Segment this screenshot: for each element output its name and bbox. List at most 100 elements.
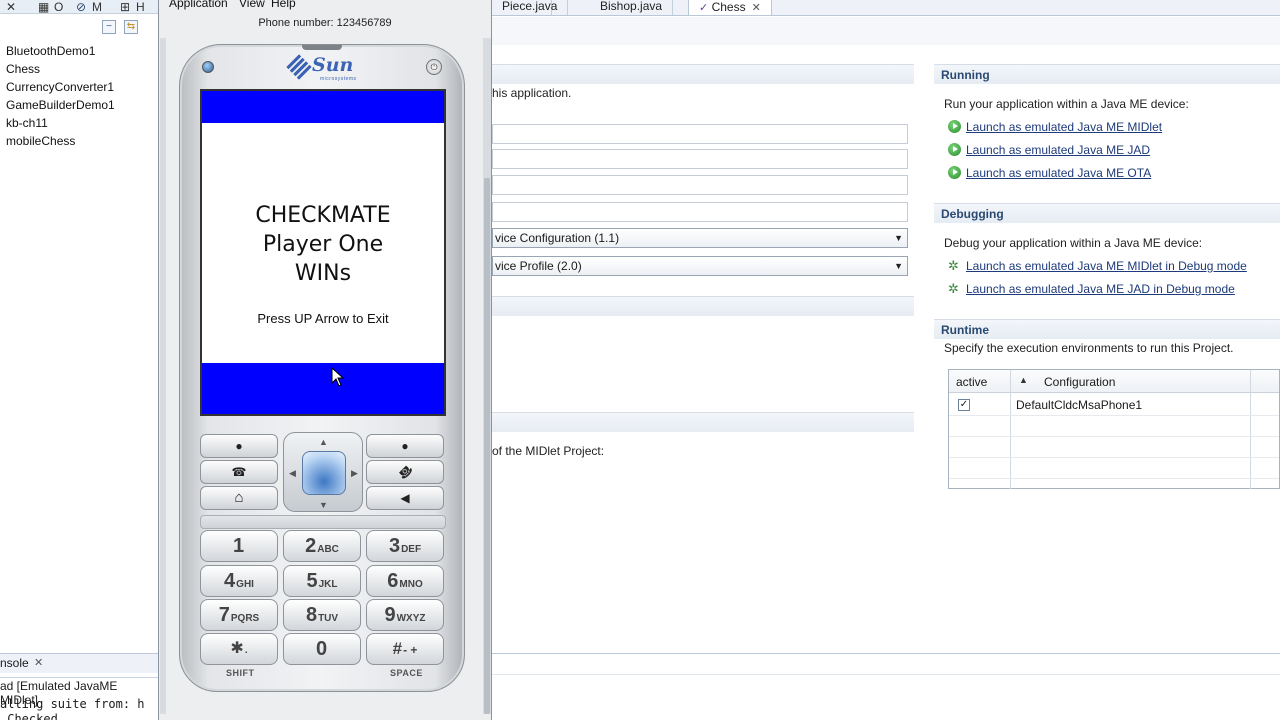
back-key[interactable]: ◀ [366, 486, 444, 510]
hierarchy-icon[interactable]: ⊞ [120, 0, 130, 14]
emulator-window: Application View Help Phone number: 1234… [158, 0, 492, 720]
left-soft-key[interactable]: ● [200, 434, 278, 458]
column-configuration[interactable]: Configuration [1044, 375, 1115, 389]
section-header [492, 412, 914, 432]
exit-instruction: Press UP Arrow to Exit [257, 311, 389, 326]
debug-midlet-link[interactable]: Launch as emulated Java ME MIDlet in Deb… [966, 259, 1247, 273]
close-icon[interactable]: ✕ [752, 2, 761, 14]
midlet-icon: ✓ [699, 2, 709, 14]
profile-value: vice Profile (2.0) [495, 259, 582, 273]
right-soft-key[interactable]: ● [366, 434, 444, 458]
call-key[interactable]: ☎ [200, 460, 278, 484]
launch-midlet-link[interactable]: Launch as emulated Java ME MIDlet [966, 120, 1162, 134]
key-5[interactable]: 5JKL [283, 565, 361, 597]
dot-icon: ● [401, 439, 409, 453]
row-divider [949, 478, 1279, 479]
right-arrow-icon[interactable]: ▶ [351, 468, 358, 478]
scrollbar[interactable] [160, 38, 166, 714]
key-1[interactable]: 1 [200, 530, 278, 562]
active-checkbox[interactable]: ✓ [958, 399, 970, 411]
debug-jad-link[interactable]: Launch as emulated Java ME JAD in Debug … [966, 282, 1235, 296]
dropdown-arrow-icon: ▼ [894, 233, 903, 243]
project-item[interactable]: kb-ch11 [0, 114, 156, 132]
key-9[interactable]: 9WXYZ [366, 599, 444, 631]
end-call-key[interactable]: ☎ [366, 460, 444, 484]
project-item[interactable]: BluetoothDemo1 [0, 42, 156, 60]
debug-icon: ✲ [948, 281, 959, 296]
tab-console[interactable]: nsole [0, 656, 29, 670]
up-arrow-icon[interactable]: ▲ [319, 437, 328, 447]
keypad-divider [200, 515, 446, 529]
screen-bottom-bar [202, 363, 444, 414]
sort-ascending-icon: ▲ [1019, 375, 1028, 385]
menu-help[interactable]: Help [271, 0, 296, 10]
launch-ota-link[interactable]: Launch as emulated Java ME OTA [966, 166, 1151, 180]
key-7[interactable]: 7PQRS [200, 599, 278, 631]
run-icon [948, 120, 961, 133]
close-icon[interactable]: ✕ [34, 656, 43, 669]
text-field[interactable] [492, 202, 908, 222]
left-arrow-icon[interactable]: ◀ [289, 468, 296, 478]
key-star[interactable]: ✱. [200, 633, 278, 665]
text-field[interactable] [492, 175, 908, 195]
palette-icon[interactable]: ⊘ [76, 0, 86, 14]
text-field[interactable] [492, 149, 908, 169]
column-divider [1010, 370, 1011, 489]
console-line: Checked [0, 712, 58, 720]
key-pound[interactable]: #- + [366, 633, 444, 665]
power-button[interactable]: ⏻ [426, 59, 442, 75]
configuration-select[interactable]: vice Configuration (1.1) ▼ [492, 228, 908, 248]
home-key[interactable]: ⌂ [200, 486, 278, 510]
down-arrow-icon[interactable]: ▼ [319, 500, 328, 510]
key-4[interactable]: 4GHI [200, 565, 278, 597]
project-item[interactable]: Chess [0, 60, 156, 78]
section-description: of the MIDlet Project: [492, 444, 605, 458]
configuration-cell[interactable]: DefaultCldcMsaPhone1 [1016, 398, 1142, 412]
key-2[interactable]: 2ABC [283, 530, 361, 562]
tab-piece-java[interactable]: Piece.java [492, 0, 569, 15]
tab-chess[interactable]: ✓ Chess ✕ [688, 0, 772, 15]
tab-bishop-java[interactable]: Bishop.java [590, 0, 674, 15]
menu-view[interactable]: View [239, 0, 265, 10]
vertical-scrollbar[interactable] [483, 38, 491, 714]
select-key[interactable] [302, 451, 346, 495]
project-item[interactable]: GameBuilderDemo1 [0, 96, 156, 114]
project-item[interactable]: CurrencyConverter1 [0, 78, 156, 96]
phone-screen[interactable]: CHECKMATE Player One WINs Press UP Arrow… [200, 89, 446, 416]
tab-m[interactable]: M [92, 0, 102, 14]
project-item[interactable]: mobileChess [0, 132, 156, 150]
mouse-cursor-icon [331, 367, 345, 387]
project-explorer: BluetoothDemo1 Chess CurrencyConverter1 … [0, 42, 156, 150]
collapse-all-icon[interactable]: − [102, 20, 116, 34]
tab-h[interactable]: H [136, 0, 145, 14]
configuration-value: vice Configuration (1.1) [495, 231, 620, 245]
tab-outline[interactable]: O [54, 0, 63, 14]
runtime-title: Runtime [941, 323, 989, 337]
text-field[interactable] [492, 124, 908, 144]
outline-icon[interactable]: ▦ [38, 0, 49, 14]
phone-device: ⏻ Sun microsystems CHECKMATE Player One … [179, 44, 465, 692]
navigation-dpad[interactable]: ▲ ▼ ◀ ▶ [283, 432, 363, 512]
outline-tabbar: ✕ ▦ O ⊘ M ⊞ H [0, 0, 158, 14]
column-active[interactable]: active [956, 375, 987, 389]
tab-close-icon[interactable]: ✕ [6, 0, 16, 14]
launch-jad-link[interactable]: Launch as emulated Java ME JAD [966, 143, 1150, 157]
game-over-message: CHECKMATE Player One WINs [202, 201, 444, 288]
key-3[interactable]: 3DEF [366, 530, 444, 562]
editor-tabbar: Piece.java Bishop.java ✓ Chess ✕ [492, 0, 1280, 16]
message-line: CHECKMATE [255, 203, 391, 228]
column-divider [1250, 370, 1251, 489]
debug-icon: ✲ [948, 258, 959, 273]
scrollbar-thumb[interactable] [484, 178, 490, 714]
back-icon: ◀ [400, 491, 410, 505]
phone-call-icon: ☎ [231, 465, 247, 479]
row-divider [949, 457, 1279, 458]
key-8[interactable]: 8TUV [283, 599, 361, 631]
brand-name: Sun [312, 54, 354, 76]
menu-application[interactable]: Application [169, 0, 228, 10]
key-6[interactable]: 6MNO [366, 565, 444, 597]
link-with-editor-icon[interactable]: ⇆ [124, 20, 138, 34]
key-0[interactable]: 0 [283, 633, 361, 665]
console-area [492, 653, 1280, 720]
profile-select[interactable]: vice Profile (2.0) ▼ [492, 256, 908, 276]
